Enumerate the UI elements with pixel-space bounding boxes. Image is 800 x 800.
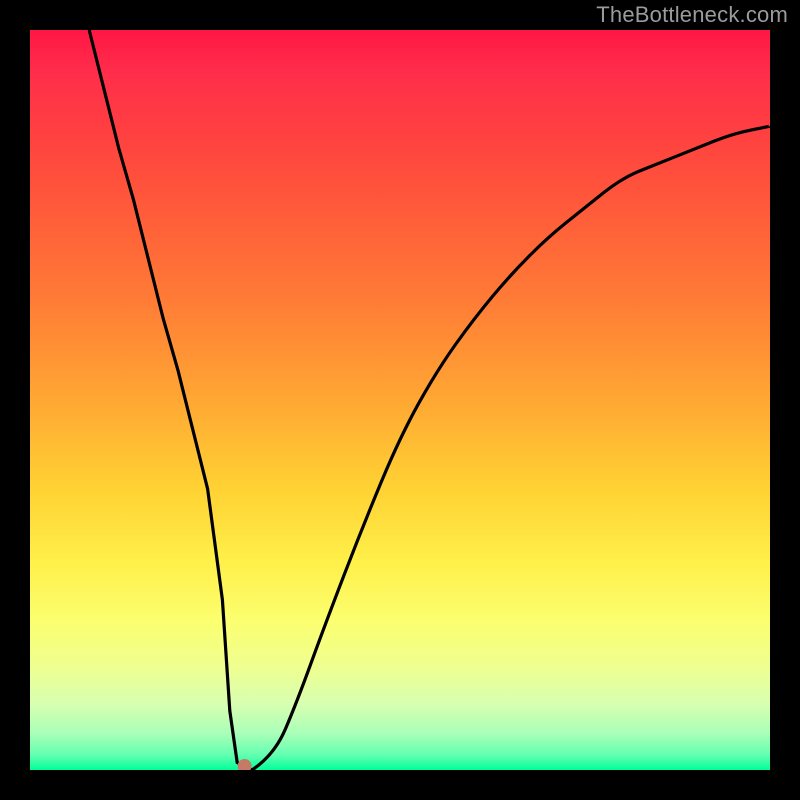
bottleneck-right-branch [252,126,770,770]
chart-svg [30,30,770,770]
minimum-point-dot [238,759,252,770]
chart-plot-area [30,30,770,770]
bottleneck-left-branch [89,30,252,770]
attribution-text: TheBottleneck.com [596,2,788,28]
